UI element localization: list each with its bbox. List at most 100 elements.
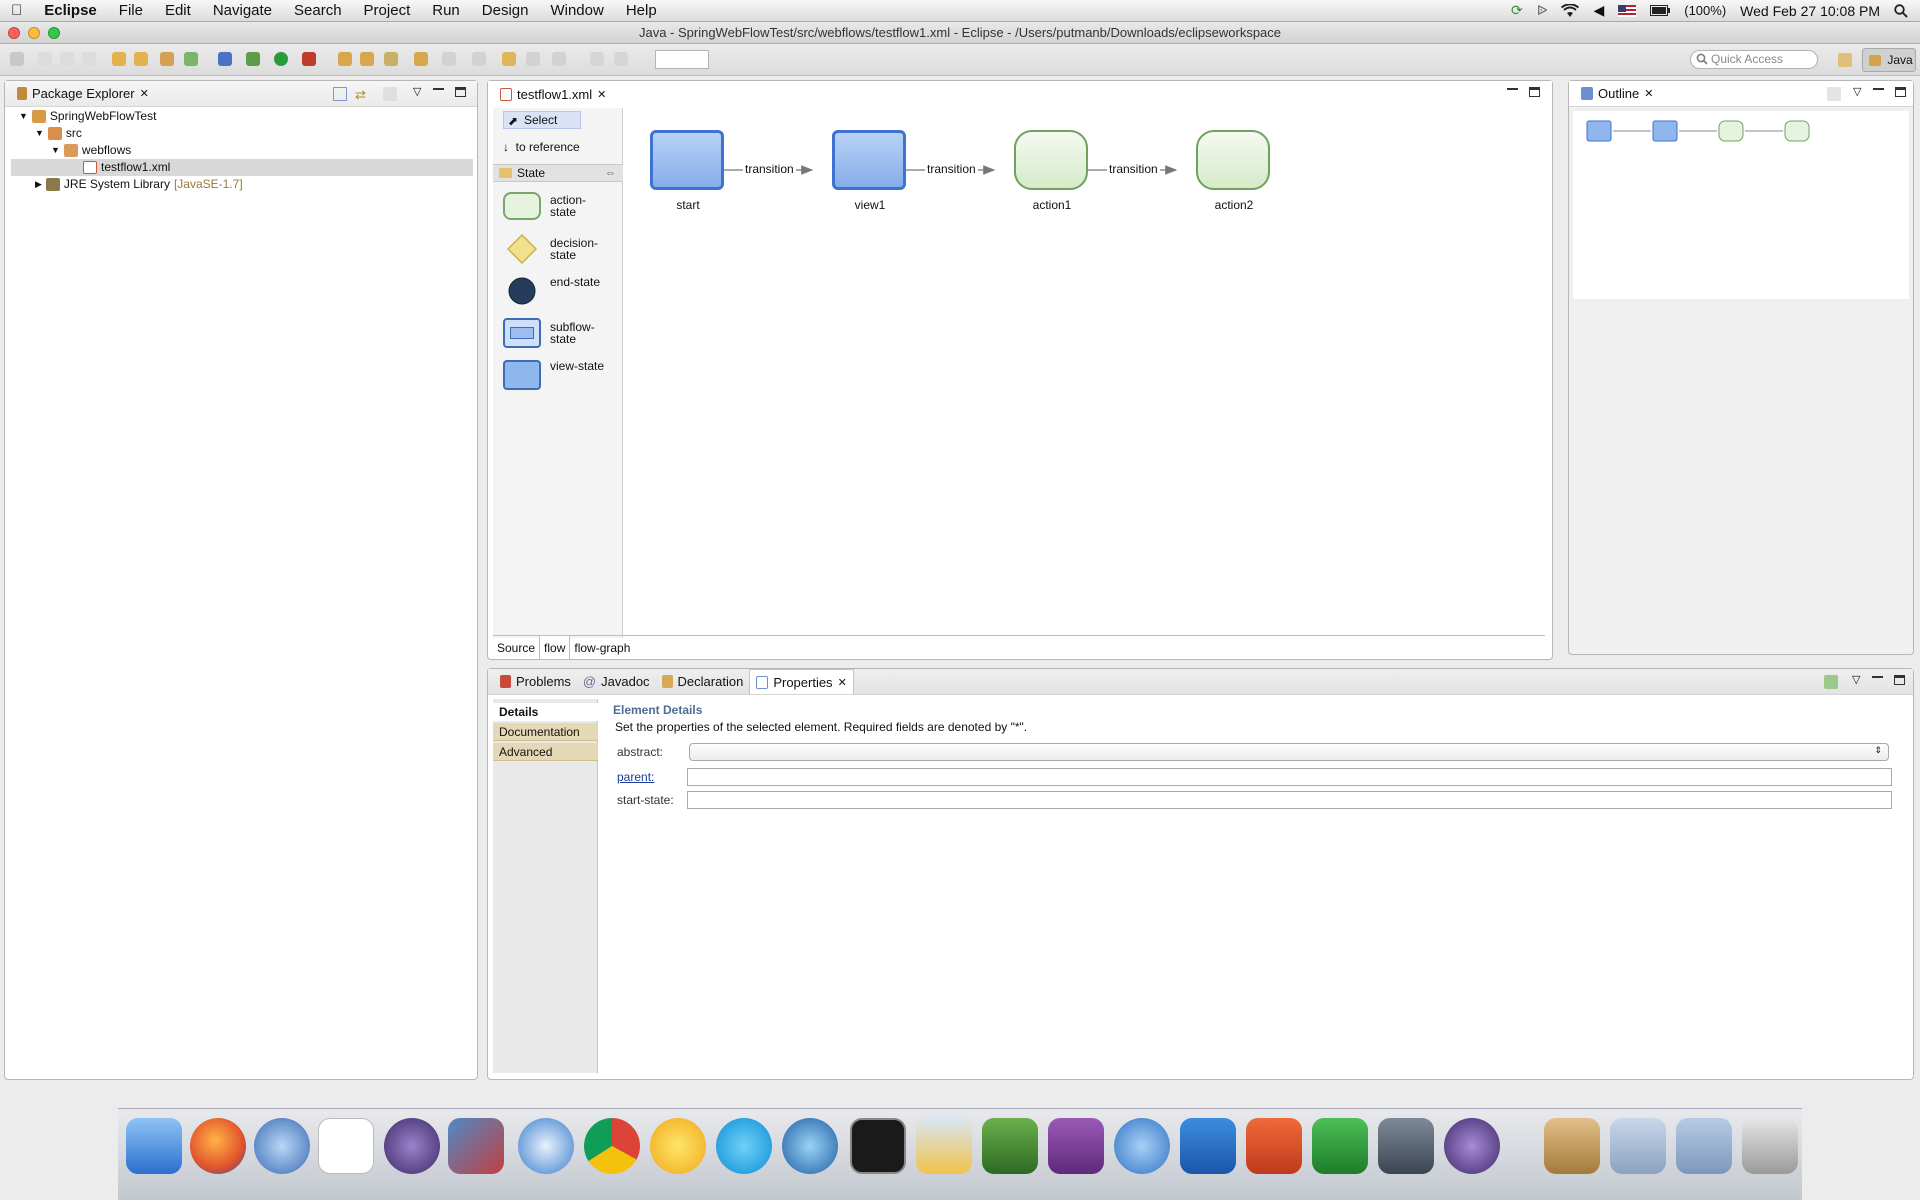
open-perspective-icon[interactable]	[1838, 53, 1852, 67]
palette-item-action-state[interactable]: action-state	[503, 192, 586, 220]
tree-item-src[interactable]: ▼ src	[35, 125, 82, 142]
new-wizard-icon[interactable]	[384, 52, 398, 66]
tab-properties[interactable]: Properties ✕	[749, 669, 854, 694]
menu-project[interactable]: Project	[353, 0, 422, 22]
minimize-window-icon[interactable]	[28, 27, 40, 39]
tree-item-jre[interactable]: ▶ JRE System Library [JavaSE-1.7]	[35, 176, 243, 193]
bluetooth-icon[interactable]: ᐉ	[1537, 2, 1548, 19]
tree-item-testflow1[interactable]: testflow1.xml	[11, 159, 473, 176]
eclipse-icon-2[interactable]	[1444, 1118, 1500, 1174]
start-state-input[interactable]	[687, 791, 1892, 809]
clock[interactable]: Wed Feb 27 10:08 PM	[1740, 3, 1880, 19]
palette-select-tool[interactable]: ⬈ Select	[503, 111, 581, 129]
close-icon[interactable]: ✕	[597, 88, 606, 101]
pin-to-selection-icon[interactable]	[1824, 675, 1838, 689]
collapse-all-icon[interactable]	[333, 87, 347, 101]
parent-input[interactable]	[687, 768, 1892, 786]
palette-to-reference-tool[interactable]: ↓ to reference	[503, 140, 580, 154]
menu-search[interactable]: Search	[283, 0, 353, 22]
skype-icon[interactable]	[716, 1118, 772, 1174]
refresh-icon[interactable]	[184, 52, 198, 66]
open-type-icon[interactable]	[112, 52, 126, 66]
tab-outline[interactable]: Outline ✕	[1575, 81, 1659, 107]
tab-declaration[interactable]: Declaration	[656, 669, 750, 695]
spotlight-icon[interactable]	[1894, 3, 1908, 18]
itunes-icon[interactable]	[782, 1118, 838, 1174]
wifi-icon[interactable]	[1561, 3, 1580, 18]
annotation-icon[interactable]	[442, 52, 456, 66]
expand-arrow-icon[interactable]: ▼	[51, 142, 60, 159]
chrome-icon[interactable]	[584, 1118, 640, 1174]
virtualbox-icon[interactable]	[448, 1118, 504, 1174]
tree-item-project[interactable]: ▼ SpringWebFlowTest	[19, 108, 156, 125]
expand-arrow-icon[interactable]: ▼	[35, 125, 44, 142]
new-package-icon[interactable]	[338, 52, 352, 66]
menu-window[interactable]: Window	[539, 0, 614, 22]
link-editor-icon[interactable]: ⇄	[355, 87, 366, 103]
tab-flow[interactable]: flow	[539, 636, 571, 660]
battery-icon[interactable]	[1650, 5, 1671, 16]
view-menu-icon[interactable]: ▽	[1853, 85, 1861, 98]
flag-icon[interactable]	[1618, 4, 1637, 17]
minimize-icon[interactable]	[433, 88, 444, 90]
preferences-icon[interactable]	[1048, 1118, 1104, 1174]
menu-help[interactable]: Help	[615, 0, 668, 22]
new-icon[interactable]	[10, 52, 24, 66]
close-icon[interactable]: ✕	[140, 87, 149, 100]
trash-icon[interactable]	[1742, 1118, 1798, 1174]
minimize-icon[interactable]	[1872, 676, 1883, 678]
expand-arrow-icon[interactable]: ▼	[19, 108, 28, 125]
zoom-combo[interactable]	[655, 50, 709, 69]
close-icon[interactable]: ✕	[1644, 87, 1653, 100]
state-node-action1[interactable]: action1	[1014, 130, 1090, 212]
menu-design[interactable]: Design	[471, 0, 540, 22]
outline-thumbnail[interactable]	[1573, 111, 1909, 299]
back-icon[interactable]	[526, 52, 540, 66]
address-book-icon[interactable]	[1544, 1118, 1600, 1174]
menu-app-eclipse[interactable]: Eclipse	[33, 0, 108, 22]
menu-edit[interactable]: Edit	[154, 0, 202, 22]
facetime-icon[interactable]	[1378, 1118, 1434, 1174]
close-icon[interactable]: ✕	[838, 676, 847, 689]
quick-access-input[interactable]: Quick Access	[1690, 50, 1818, 69]
safari-icon[interactable]	[518, 1118, 574, 1174]
grid-icon[interactable]	[614, 52, 628, 66]
excel-icon[interactable]	[1312, 1118, 1368, 1174]
palette-item-decision-state[interactable]: decision-state	[503, 234, 598, 264]
thunderbird-icon[interactable]	[254, 1118, 310, 1174]
minimize-icon[interactable]	[1507, 88, 1518, 90]
eclipse-icon[interactable]	[384, 1118, 440, 1174]
word-icon[interactable]	[1180, 1118, 1236, 1174]
menu-file[interactable]: File	[108, 0, 154, 22]
sidebar-tab-details[interactable]: Details	[493, 703, 598, 721]
new-class-icon[interactable]	[360, 52, 374, 66]
state-node-start[interactable]: start	[650, 130, 726, 212]
tab-testflow1[interactable]: testflow1.xml ✕	[494, 81, 612, 107]
print-icon[interactable]	[82, 52, 96, 66]
tab-package-explorer[interactable]: Package Explorer ✕	[11, 81, 155, 107]
mail-icon[interactable]	[1114, 1118, 1170, 1174]
last-edit-icon[interactable]	[502, 52, 516, 66]
minimize-icon[interactable]	[1873, 88, 1884, 90]
calendar-icon[interactable]	[318, 1118, 374, 1174]
menu-run[interactable]: Run	[421, 0, 471, 22]
expand-arrow-icon[interactable]: ▶	[35, 176, 42, 193]
menu-navigate[interactable]: Navigate	[202, 0, 283, 22]
terminal-icon[interactable]	[850, 1118, 906, 1174]
close-window-icon[interactable]	[8, 27, 20, 39]
outline-toolbar-icon[interactable]	[1827, 87, 1841, 101]
downloads-folder-icon[interactable]	[1676, 1118, 1732, 1174]
adium-icon[interactable]	[650, 1118, 706, 1174]
open-folder-icon[interactable]	[414, 52, 428, 66]
volume-icon[interactable]: ◀	[1593, 2, 1604, 19]
debug-icon[interactable]	[246, 52, 260, 66]
maximize-icon[interactable]	[1895, 87, 1906, 97]
field-label-parent-link[interactable]: parent:	[617, 770, 654, 784]
run-external-icon[interactable]	[302, 52, 316, 66]
state-node-action2[interactable]: action2	[1196, 130, 1272, 212]
skip-breakpoints-icon[interactable]	[218, 52, 232, 66]
tab-flow-graph[interactable]: flow-graph	[570, 636, 634, 660]
powerpoint-icon[interactable]	[1246, 1118, 1302, 1174]
checkmark-app-icon[interactable]	[982, 1118, 1038, 1174]
firefox-icon[interactable]	[190, 1118, 246, 1174]
